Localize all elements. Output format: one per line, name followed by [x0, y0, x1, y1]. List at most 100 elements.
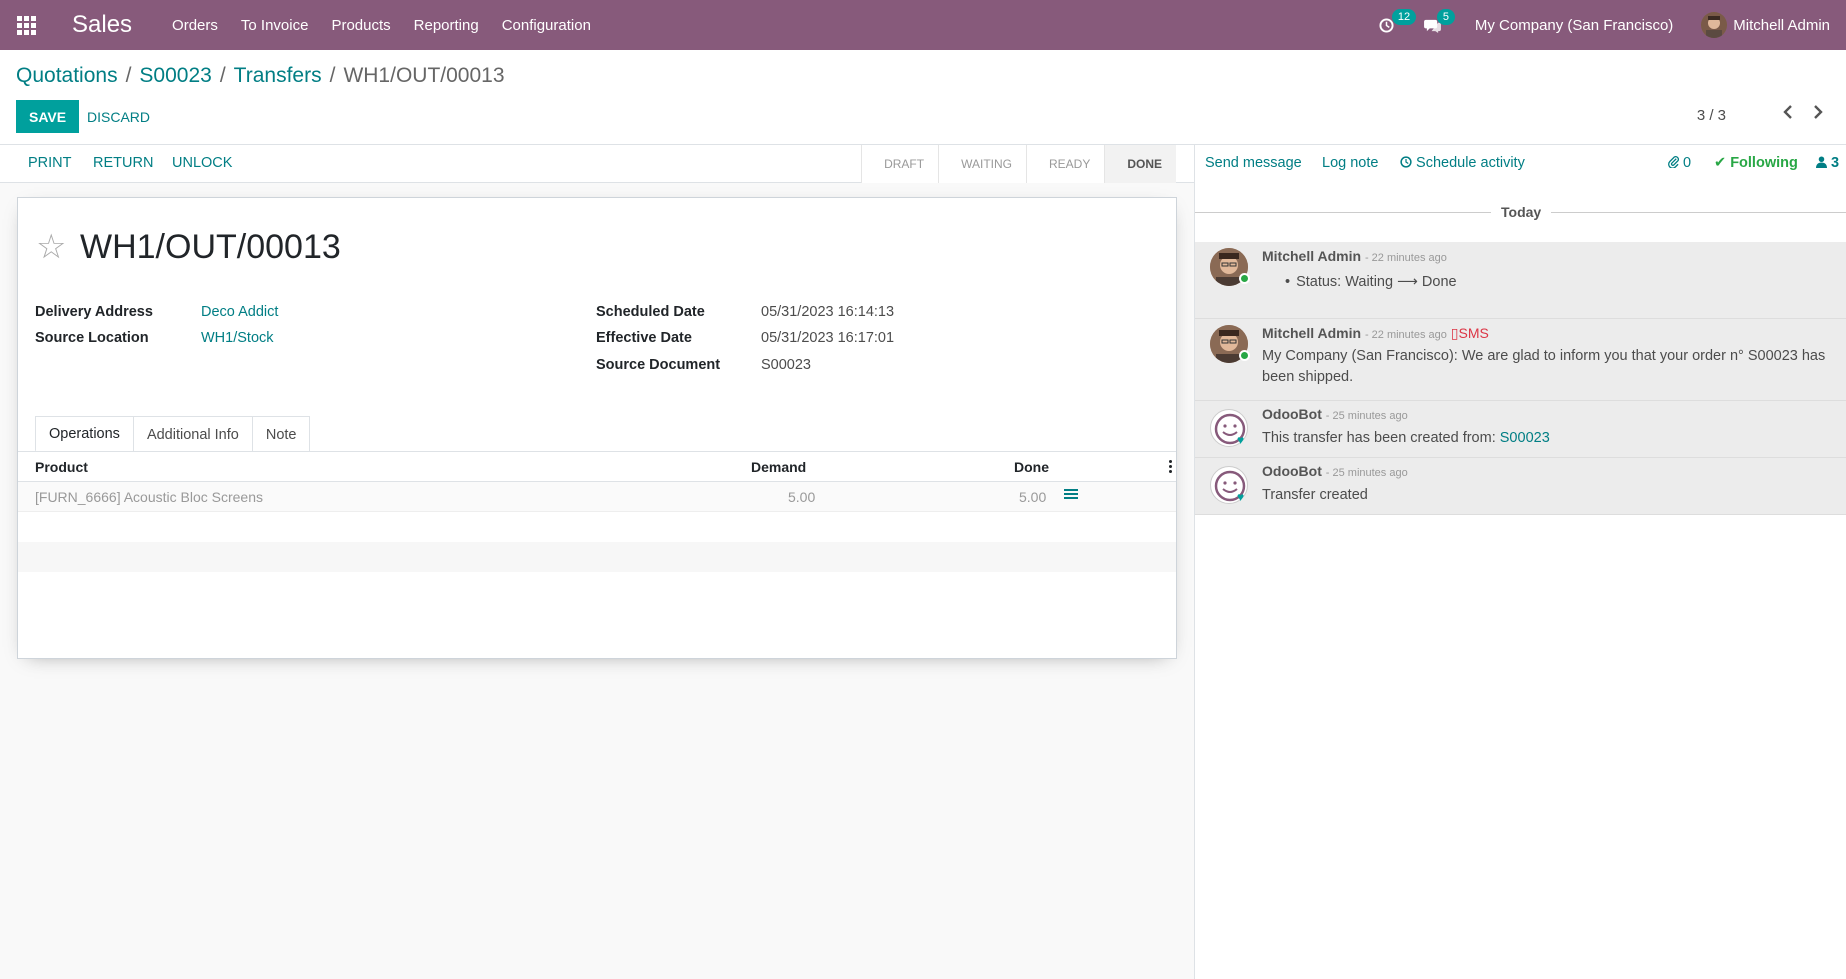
- breadcrumb-order[interactable]: S00023: [139, 64, 211, 87]
- apps-grid-icon[interactable]: [0, 0, 52, 50]
- following-button[interactable]: ✔ Following: [1714, 155, 1798, 171]
- message-author[interactable]: Mitchell Admin - 22 minutes ago ▯SMS: [1262, 325, 1489, 342]
- message-author[interactable]: Mitchell Admin - 22 minutes ago: [1262, 248, 1447, 264]
- author-name: OdooBot: [1262, 406, 1322, 422]
- chevron-right-icon[interactable]: [1812, 104, 1824, 125]
- discard-button[interactable]: DISCARD: [87, 100, 150, 133]
- effective-date-value: 05/31/2023 16:17:01: [761, 330, 895, 346]
- chatter-message: ♥ OdooBot - 25 minutes ago Transfer crea…: [1195, 458, 1846, 515]
- message-date: - 22 minutes ago: [1364, 252, 1447, 264]
- followers-button[interactable]: 3: [1816, 155, 1839, 171]
- online-status-icon: [1239, 273, 1250, 284]
- app-name[interactable]: Sales: [72, 11, 132, 39]
- author-name: Mitchell Admin: [1262, 248, 1362, 264]
- scheduled-date-label: Scheduled Date: [596, 304, 705, 320]
- chatter-message: ♥ OdooBot - 25 minutes ago This transfer…: [1195, 401, 1846, 458]
- stage-draft[interactable]: DRAFT: [861, 145, 939, 183]
- menu-products[interactable]: Products: [331, 17, 390, 34]
- check-icon: ✔: [1714, 155, 1727, 171]
- user-menu[interactable]: Mitchell Admin: [1701, 12, 1830, 38]
- company-switcher[interactable]: My Company (San Francisco): [1475, 17, 1673, 34]
- source-location-value[interactable]: WH1/Stock: [201, 330, 274, 346]
- message-body: Transfer created: [1262, 487, 1368, 503]
- tab-additional-info[interactable]: Additional Info: [132, 416, 253, 452]
- user-avatar: [1701, 12, 1728, 38]
- attachments-button[interactable]: 0: [1668, 155, 1691, 171]
- breadcrumb-quotations[interactable]: Quotations: [16, 64, 118, 87]
- message-date: - 22 minutes ago: [1364, 329, 1447, 341]
- optional-columns-icon[interactable]: [1169, 460, 1172, 475]
- messaging-menu[interactable]: 5: [1423, 8, 1456, 33]
- stage-bar: DRAFT WAITING READY DONE: [861, 145, 1176, 183]
- source-location-label: Source Location: [35, 330, 149, 346]
- date-separator: Today: [1195, 204, 1846, 220]
- effective-date-label: Effective Date: [596, 330, 692, 346]
- messages-badge: 5: [1436, 8, 1456, 25]
- source-link[interactable]: S00023: [1500, 430, 1550, 446]
- column-product[interactable]: Product: [35, 459, 88, 475]
- chevron-left-icon[interactable]: [1782, 104, 1794, 125]
- activity-badge: 12: [1391, 8, 1417, 25]
- scheduled-date-value: 05/31/2023 16:14:13: [761, 304, 895, 320]
- record-title: WH1/OUT/00013: [80, 228, 341, 266]
- user-name: Mitchell Admin: [1733, 16, 1830, 34]
- log-note-button[interactable]: Log note: [1322, 155, 1378, 171]
- row-demand: 5.00: [788, 489, 816, 505]
- message-author[interactable]: OdooBot - 25 minutes ago: [1262, 463, 1408, 479]
- clock-icon: [1400, 156, 1412, 168]
- schedule-activity-button[interactable]: Schedule activity: [1400, 155, 1525, 171]
- star-icon[interactable]: ☆: [36, 230, 66, 264]
- return-button[interactable]: RETURN: [93, 155, 153, 171]
- menu-reporting[interactable]: Reporting: [414, 17, 479, 34]
- send-message-button[interactable]: Send message: [1205, 155, 1302, 171]
- stage-ready[interactable]: READY: [1025, 145, 1105, 183]
- arrow-right-icon: ⟶: [1397, 274, 1418, 290]
- operations-table-header: Product Demand Done: [18, 452, 1176, 482]
- tab-note[interactable]: Note: [251, 416, 311, 452]
- menu-orders[interactable]: Orders: [172, 17, 218, 34]
- message-body: This transfer has been created from: S00…: [1262, 430, 1550, 446]
- tracking-old: Status: Waiting: [1296, 274, 1394, 290]
- following-label: Following: [1730, 155, 1798, 171]
- column-done[interactable]: Done: [1014, 459, 1049, 475]
- paperclip-icon: [1668, 156, 1679, 169]
- row-done: 5.00: [1019, 489, 1047, 505]
- message-date: - 25 minutes ago: [1325, 467, 1408, 479]
- activity-menu[interactable]: 12: [1379, 8, 1417, 33]
- control-panel: Quotations / S00023/Transfers / WH1/OUT/0001…: [0, 50, 1846, 145]
- user-icon: [1816, 156, 1827, 168]
- source-document-value: S00023: [761, 357, 811, 373]
- chatter-message: Mitchell Admin - 22 minutes ago • Status:…: [1195, 242, 1846, 319]
- message-author[interactable]: OdooBot - 25 minutes ago: [1262, 406, 1408, 422]
- menu-configuration[interactable]: Configuration: [502, 17, 591, 34]
- date-separator-label: Today: [1501, 204, 1542, 220]
- schedule-activity-label: Schedule activity: [1416, 155, 1525, 171]
- table-row-empty: [18, 542, 1176, 572]
- unlock-button[interactable]: UNLOCK: [172, 155, 232, 171]
- tracking-new: Done: [1421, 274, 1457, 290]
- form-area: PRINT RETURN UNLOCK DRAFT WAITING READY …: [0, 145, 1194, 979]
- detailed-operations-icon[interactable]: [1064, 489, 1078, 501]
- delivery-address-value[interactable]: Deco Addict: [201, 304, 278, 320]
- breadcrumb-transfers[interactable]: Transfers: [234, 64, 322, 87]
- statusbar: PRINT RETURN UNLOCK DRAFT WAITING READY …: [0, 145, 1194, 183]
- delivery-address-label: Delivery Address: [35, 304, 153, 320]
- menu-to-invoice[interactable]: To Invoice: [241, 17, 309, 34]
- column-demand[interactable]: Demand: [751, 459, 806, 475]
- row-product: [FURN_6666] Acoustic Bloc Screens: [35, 489, 263, 505]
- form-sheet: ☆ WH1/OUT/00013 Delivery Address Deco Ad…: [17, 197, 1177, 659]
- tab-operations[interactable]: Operations: [35, 416, 134, 452]
- breadcrumb: Quotations / S00023/Transfers / WH1/OUT/0001…: [16, 64, 505, 87]
- print-button[interactable]: PRINT: [28, 155, 72, 171]
- table-row[interactable]: [FURN_6666] Acoustic Bloc Screens 5.00 5…: [18, 482, 1176, 512]
- pager-value[interactable]: 3 / 3: [1697, 107, 1726, 124]
- stage-waiting[interactable]: WAITING: [938, 145, 1026, 183]
- chatter: Send message Log note Schedule activity …: [1194, 145, 1846, 979]
- heart-icon: ♥: [1237, 490, 1245, 504]
- heart-icon: ♥: [1237, 433, 1245, 447]
- save-button[interactable]: SAVE: [16, 100, 80, 133]
- stage-done[interactable]: DONE: [1104, 145, 1176, 183]
- sms-badge[interactable]: ▯SMS: [1451, 325, 1489, 341]
- chatter-topbar: Send message Log note Schedule activity …: [1195, 145, 1846, 183]
- online-status-icon: [1239, 350, 1250, 361]
